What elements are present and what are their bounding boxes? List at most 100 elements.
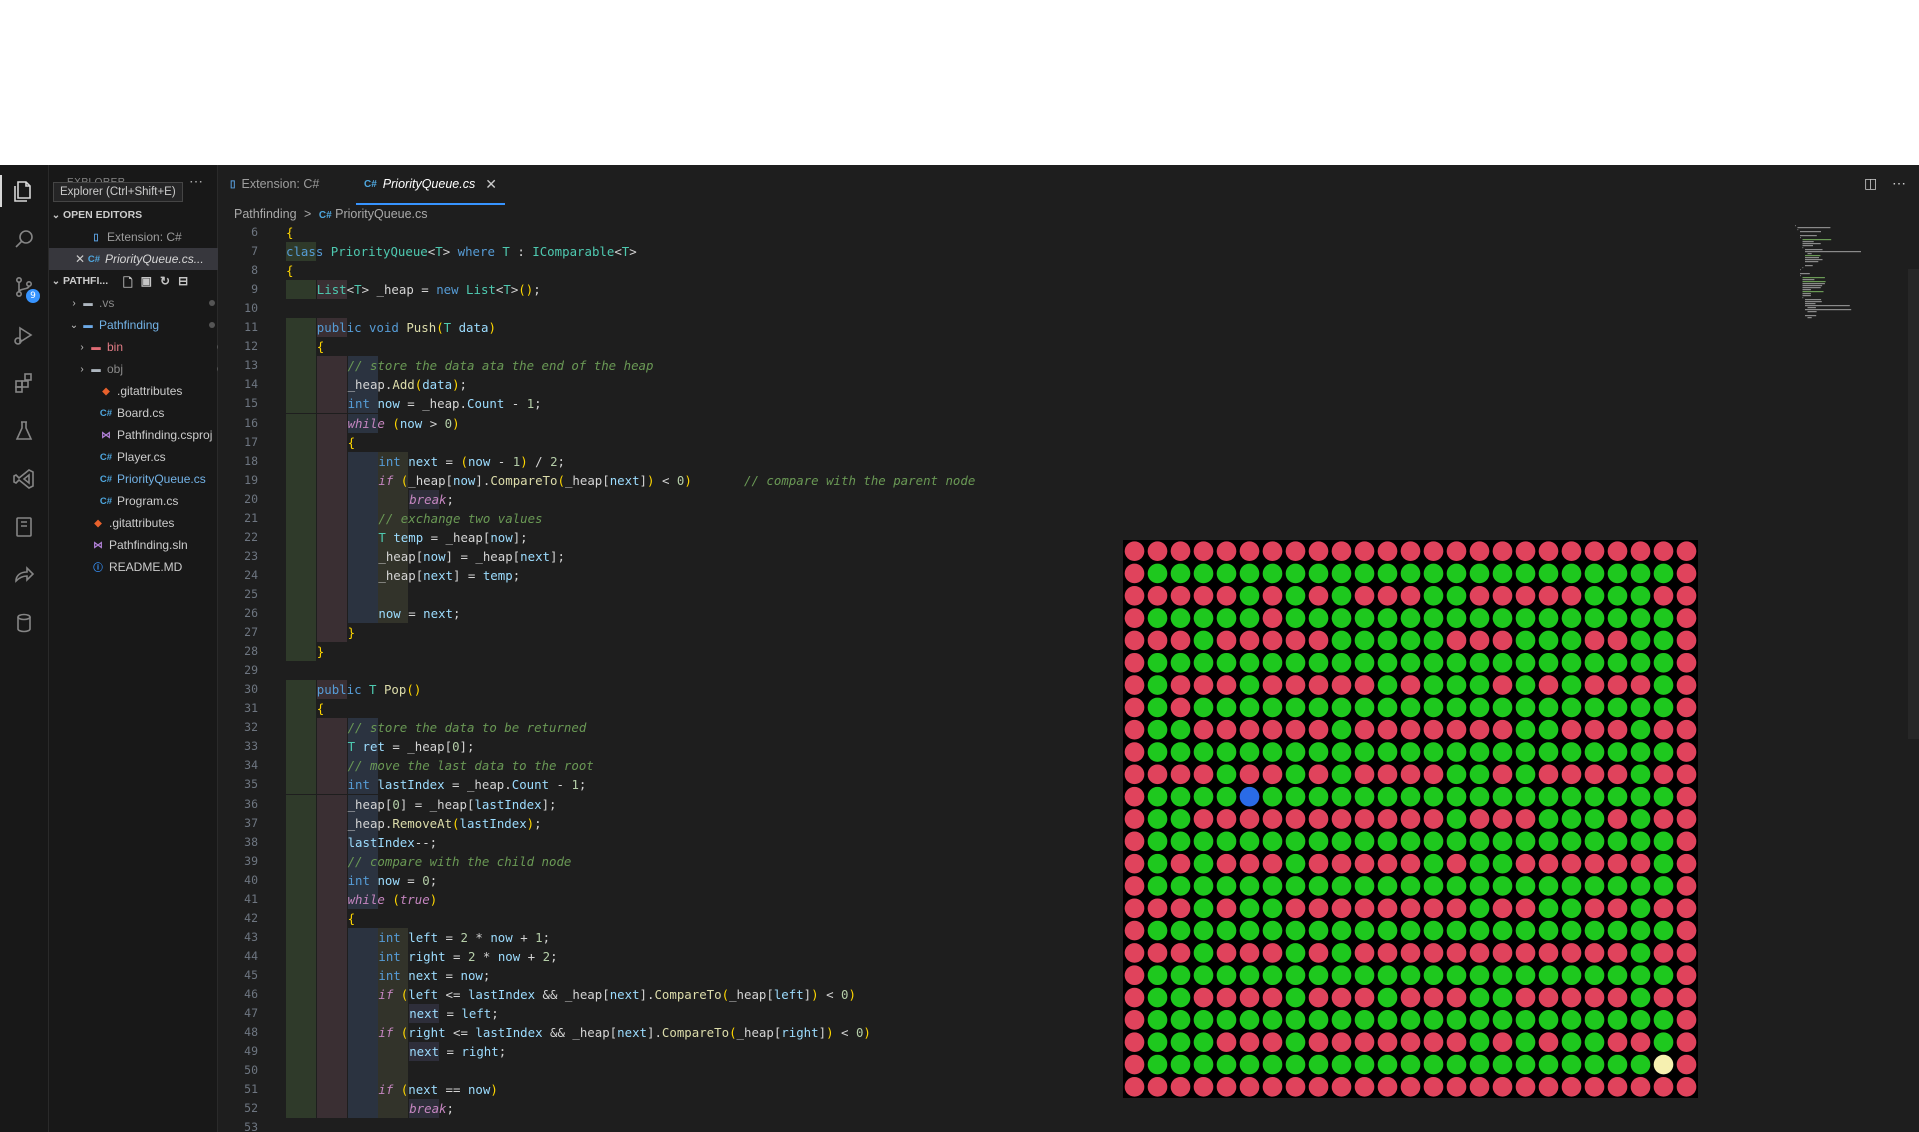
maze-path-cell bbox=[1354, 563, 1375, 584]
line-number: 15 bbox=[244, 396, 258, 411]
tab-extension-csharp[interactable]: ▯ Extension: C# bbox=[230, 165, 319, 203]
code-line[interactable]: 8{ bbox=[218, 261, 1118, 280]
code-line[interactable]: 31 { bbox=[218, 699, 1118, 719]
code-line[interactable]: 33 T ret = _heap[0]; bbox=[218, 737, 1118, 757]
beaker-icon[interactable] bbox=[0, 409, 48, 453]
ellipsis-icon[interactable]: ⋯ bbox=[1892, 175, 1906, 192]
code-line[interactable]: 39 // compare with the child node bbox=[218, 851, 1118, 871]
maze-wall-cell bbox=[1170, 764, 1191, 785]
maze-wall-cell bbox=[1354, 764, 1375, 785]
code-line[interactable]: 12 { bbox=[218, 337, 1118, 357]
source-control-icon[interactable]: 9 bbox=[0, 265, 48, 309]
maze-path-cell bbox=[1285, 1032, 1306, 1053]
code-line[interactable]: 28} bbox=[218, 642, 1118, 662]
database-icon[interactable] bbox=[0, 601, 48, 645]
maze-path-cell bbox=[1561, 831, 1582, 852]
code-line[interactable]: 38 lastIndex--; bbox=[218, 832, 1118, 852]
run-debug-icon[interactable] bbox=[0, 313, 48, 357]
code-line[interactable]: 13 // store the data ata the end of the h… bbox=[218, 356, 1118, 376]
code-line[interactable]: 43 int left = 2 * now + 1; bbox=[218, 927, 1118, 947]
tree-item[interactable]: ⓘ README.MD bbox=[49, 556, 245, 578]
close-icon[interactable]: ✕ bbox=[485, 176, 497, 193]
tab-priorityqueue[interactable]: C# PriorityQueue.cs ✕ bbox=[356, 165, 505, 205]
maze-wall-cell bbox=[1331, 1032, 1352, 1053]
code-line[interactable]: 25 bbox=[218, 584, 1118, 604]
tree-item[interactable]: ⌄ ▬ Pathfinding bbox=[49, 314, 235, 336]
files-icon[interactable] bbox=[0, 169, 48, 213]
code-line[interactable]: 49 next = right; bbox=[218, 1042, 1118, 1062]
code-line[interactable]: 24 _heap[next] = temp; bbox=[218, 565, 1118, 585]
breadcrumb-file[interactable]: PriorityQueue.cs bbox=[335, 207, 427, 221]
open-editors-header[interactable]: ⌄ OPEN EDITORS bbox=[49, 204, 217, 226]
line-number: 16 bbox=[244, 415, 258, 430]
code-line[interactable]: 51 if (next == now) bbox=[218, 1080, 1118, 1100]
maze-path-cell bbox=[1354, 652, 1375, 673]
code-text: public T Pop() bbox=[316, 682, 422, 698]
code-line[interactable]: 9 List<T> _heap = new List<T>(); bbox=[218, 280, 1118, 300]
code-line[interactable]: 44 int right = 2 * now + 2; bbox=[218, 946, 1118, 966]
visual-studio-icon[interactable] bbox=[0, 457, 48, 501]
line-number: 45 bbox=[244, 967, 258, 982]
code-line[interactable]: 7 class PriorityQueue<T> where T : ICompa… bbox=[218, 242, 1118, 262]
open-editor-item-active[interactable]: ✕ C# PriorityQueue.cs... bbox=[49, 248, 241, 270]
maze-path-cell bbox=[1515, 831, 1536, 852]
code-line[interactable]: 20 break; bbox=[218, 489, 1118, 509]
code-line[interactable]: 23 _heap[now] = _heap[next]; bbox=[218, 546, 1118, 566]
code-line[interactable]: 47 next = left; bbox=[218, 1004, 1118, 1024]
tree-item[interactable]: › ▬ bin bbox=[49, 336, 243, 358]
code-line[interactable]: 52 break; bbox=[218, 1099, 1118, 1119]
code-line[interactable]: 53 bbox=[218, 1118, 1118, 1132]
code-line[interactable]: 29 bbox=[218, 661, 1118, 680]
maze-path-cell bbox=[1170, 652, 1191, 673]
code-line[interactable]: 45 int next = now; bbox=[218, 965, 1118, 985]
search-icon[interactable] bbox=[0, 217, 48, 261]
maze-wall-cell bbox=[1446, 541, 1467, 561]
close-icon[interactable]: ✕ bbox=[73, 252, 87, 266]
code-line[interactable]: 46 if (left <= lastIndex && _heap[next].C… bbox=[218, 985, 1118, 1004]
maze-wall-cell bbox=[1423, 987, 1444, 1008]
code-line[interactable]: 41 while (true) bbox=[218, 889, 1118, 909]
code-line[interactable]: 6{ bbox=[218, 223, 1118, 242]
code-line[interactable]: 15 int now = _heap.Count - 1; bbox=[218, 394, 1118, 414]
code-line[interactable]: 35 int lastIndex = _heap.Count - 1; bbox=[218, 775, 1118, 795]
tree-item[interactable]: › ▬ obj bbox=[49, 358, 243, 380]
project-header[interactable]: ⌄ PATHFI... 🗋 ▣ ↻ ⊟ bbox=[49, 270, 217, 292]
code-line[interactable]: 22 T temp = _heap[now]; bbox=[218, 527, 1118, 547]
tree-item[interactable]: ⋈ Pathfinding.sln bbox=[49, 534, 245, 556]
code-line[interactable]: 16 while (now > 0) bbox=[218, 413, 1118, 433]
code-line[interactable]: 50 bbox=[218, 1061, 1118, 1081]
code-line[interactable]: 32 // store the data to be returned bbox=[218, 718, 1118, 738]
maze-wall-cell bbox=[1216, 719, 1237, 740]
code-line[interactable]: 14 _heap.Add(data); bbox=[218, 375, 1118, 395]
code-line[interactable]: 19 if (_heap[now].CompareTo(_heap[next]) … bbox=[218, 470, 1118, 490]
tree-item[interactable]: ◆ .gitattributes bbox=[49, 512, 245, 534]
editor-scrollbar[interactable] bbox=[1908, 269, 1919, 739]
maze-path-cell bbox=[1170, 987, 1191, 1008]
indent-guide bbox=[316, 623, 347, 643]
live-share-icon[interactable] bbox=[0, 553, 48, 597]
split-editor-icon[interactable]: ◫ bbox=[1864, 175, 1877, 192]
maze-path-cell bbox=[1446, 764, 1467, 785]
code-line[interactable]: 37 _heap.RemoveAt(lastIndex); bbox=[218, 813, 1118, 833]
code-line[interactable]: 42 { bbox=[218, 908, 1118, 928]
code-line[interactable]: 17 { bbox=[218, 432, 1118, 452]
maze-path-cell bbox=[1607, 585, 1628, 606]
code-line[interactable]: 10 bbox=[218, 299, 1118, 318]
code-line[interactable]: 34 // move the last data to the root bbox=[218, 756, 1118, 776]
tree-item[interactable]: › ▬ .vs bbox=[49, 292, 235, 314]
code-line[interactable]: 26 now = next; bbox=[218, 604, 1118, 623]
code-line[interactable]: 36 _heap[0] = _heap[lastIndex]; bbox=[218, 794, 1118, 814]
code-line[interactable]: 21 // exchange two values bbox=[218, 508, 1118, 528]
extensions-icon[interactable] bbox=[0, 361, 48, 405]
breadcrumb-folder[interactable]: Pathfinding bbox=[234, 207, 297, 221]
code-line[interactable]: 11 public void Push(T data) bbox=[218, 318, 1118, 338]
remote-explorer-icon[interactable] bbox=[0, 505, 48, 549]
code-line[interactable]: 30 public T Pop() bbox=[218, 680, 1118, 700]
code-line[interactable]: 40 int now = 0; bbox=[218, 870, 1118, 890]
ellipsis-icon[interactable]: ⋯ bbox=[189, 173, 203, 190]
maze-path-cell bbox=[1515, 876, 1536, 896]
minimap[interactable] bbox=[1793, 223, 1903, 333]
code-line[interactable]: 18 int next = (now - 1) / 2; bbox=[218, 451, 1118, 471]
code-line[interactable]: 27} bbox=[218, 623, 1118, 643]
code-line[interactable]: 48 if (right <= lastIndex && _heap[next].… bbox=[218, 1023, 1118, 1043]
